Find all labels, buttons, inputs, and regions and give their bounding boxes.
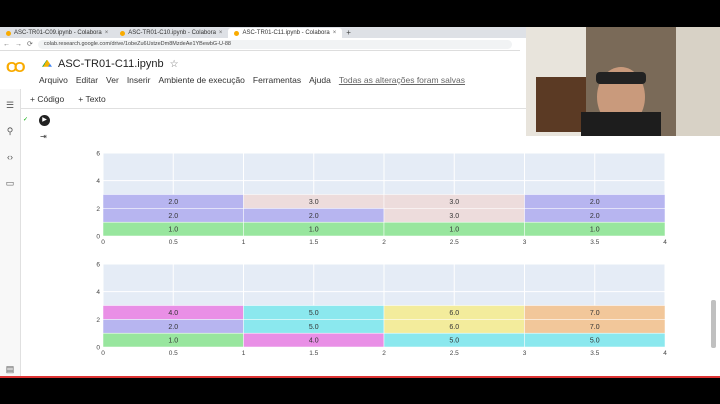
cell-executed-check-icon: ✓ — [23, 117, 29, 123]
save-status[interactable]: Todas as alterações foram salvas — [339, 75, 465, 85]
colab-header: CO ASC-TR01-C11.ipynb ☆ Arquivo Editar V… — [0, 51, 520, 89]
reload-icon[interactable]: ⟳ — [27, 40, 33, 48]
notebook-title-row: ASC-TR01-C11.ipynb ☆ — [42, 58, 179, 70]
close-icon[interactable]: × — [105, 28, 109, 38]
webcam-image — [526, 27, 720, 136]
video-progress-bar — [0, 376, 720, 378]
colab-logo[interactable]: CO — [6, 59, 25, 76]
browser-tab-label: ASC-TR01-C10.ipynb - Colabora — [128, 30, 216, 36]
webcam-overlay — [526, 27, 720, 136]
add-code-button[interactable]: + Código — [30, 94, 64, 104]
browser-tab-active[interactable]: ASC-TR01-C11.ipynb - Colabora × — [228, 28, 343, 38]
forward-icon[interactable]: → — [15, 41, 22, 48]
star-icon[interactable]: ☆ — [170, 59, 179, 70]
colab-favicon-icon — [234, 30, 240, 36]
menu-ferramentas[interactable]: Ferramentas — [253, 75, 301, 85]
notebook-content: ✓ ▶ ⇥ — [21, 110, 720, 377]
menu-ajuda[interactable]: Ajuda — [309, 75, 331, 85]
vertical-scrollbar[interactable] — [711, 300, 716, 348]
new-tab-button[interactable]: + — [342, 28, 355, 38]
address-bar: ← → ⟳ colab.research.google.com/drive/1o… — [0, 38, 520, 51]
browser-tab-label: ASC-TR01-C11.ipynb - Colabora — [242, 30, 330, 36]
menu-arquivo[interactable]: Arquivo — [39, 75, 68, 85]
notebook-title[interactable]: ASC-TR01-C11.ipynb — [58, 58, 164, 70]
search-icon[interactable]: ⚲ — [4, 125, 16, 137]
add-text-button[interactable]: + Texto — [78, 94, 106, 104]
colab-favicon-icon — [120, 30, 126, 36]
menu-bar: Arquivo Editar Ver Inserir Ambiente de e… — [39, 75, 465, 85]
browser-tab-label: ASC-TR01-C09.ipynb - Colabora — [14, 30, 102, 36]
browser-tab[interactable]: ASC-TR01-C10.ipynb - Colabora × — [114, 28, 228, 38]
colab-favicon-icon — [6, 30, 11, 36]
terminal-icon[interactable]: ▤ — [4, 363, 16, 375]
drive-icon — [42, 59, 52, 67]
code-snippets-icon[interactable]: ‹› — [4, 151, 16, 163]
left-sidebar: ☰ ⚲ ‹› ▭ ▤ — [0, 89, 21, 377]
close-icon[interactable]: × — [219, 28, 223, 38]
output-icon[interactable]: ⇥ — [40, 132, 47, 141]
url-input[interactable]: colab.research.google.com/drive/1obeZu6U… — [37, 39, 512, 49]
back-icon[interactable]: ← — [3, 41, 10, 48]
menu-editar[interactable]: Editar — [76, 75, 98, 85]
menu-ambiente[interactable]: Ambiente de execução — [158, 75, 244, 85]
close-icon[interactable]: × — [333, 28, 337, 38]
browser-tab[interactable]: ASC-TR01-C09.ipynb - Colabora × — [0, 28, 114, 38]
toc-icon[interactable]: ☰ — [4, 99, 16, 111]
files-icon[interactable]: ▭ — [4, 177, 16, 189]
run-cell-button[interactable]: ▶ — [39, 115, 50, 126]
menu-ver[interactable]: Ver — [106, 75, 119, 85]
menu-inserir[interactable]: Inserir — [127, 75, 151, 85]
